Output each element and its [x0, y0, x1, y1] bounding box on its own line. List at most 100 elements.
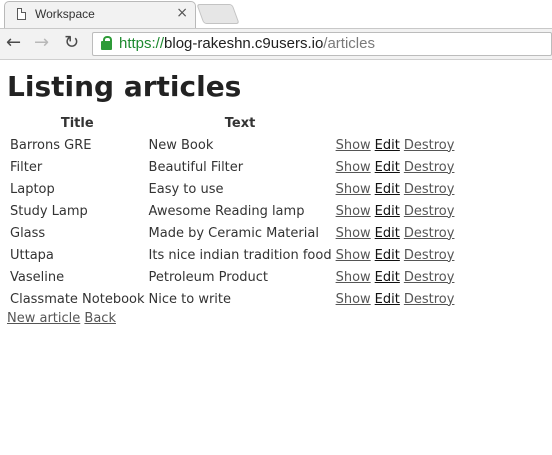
page-title: Listing articles [7, 70, 242, 103]
article-title-cell: Barrons GRE [10, 137, 92, 153]
tab-title: Workspace [35, 7, 95, 21]
edit-cell: Edit [374, 178, 401, 200]
show-link[interactable]: Show [336, 226, 371, 241]
show-link[interactable]: Show [336, 160, 371, 175]
forward-arrow-icon[interactable]: → [34, 33, 49, 53]
show-link[interactable]: Show [336, 292, 371, 307]
show-cell: Show [335, 244, 372, 266]
destroy-cell: Destroy [403, 288, 456, 310]
article-text-cell: Beautiful Filter [148, 159, 244, 175]
article-text-cell: Petroleum Product [148, 269, 269, 285]
destroy-link[interactable]: Destroy [404, 160, 455, 175]
edit-link[interactable]: Edit [375, 248, 400, 263]
show-cell: Show [335, 222, 372, 244]
lock-icon [101, 36, 112, 50]
reload-icon[interactable]: ↻ [64, 33, 79, 53]
article-text-cell: Nice to write [148, 291, 232, 307]
article-title-cell: Laptop [10, 181, 55, 197]
tab-strip: Workspace × [0, 0, 552, 29]
article-title-cell: Study Lamp [10, 203, 88, 219]
column-header-empty [335, 112, 372, 134]
destroy-link[interactable]: Destroy [404, 182, 455, 197]
article-title-cell: Glass [10, 225, 46, 241]
show-cell: Show [335, 134, 372, 156]
url-text[interactable]: https://blog-rakeshn.c9users.io/articles [119, 35, 375, 52]
edit-link[interactable]: Edit [375, 226, 400, 241]
table-row: Study Lamp Awesome Reading lamp Show Edit De… [9, 200, 455, 222]
article-title-cell: Uttapa [10, 247, 54, 263]
article-title-cell: Filter [10, 159, 43, 175]
article-title-cell: Vaseline [10, 269, 65, 285]
edit-cell: Edit [374, 134, 401, 156]
show-cell: Show [335, 178, 372, 200]
destroy-cell: Destroy [403, 134, 456, 156]
show-link[interactable]: Show [336, 138, 371, 153]
close-icon[interactable]: × [176, 5, 188, 21]
show-link[interactable]: Show [336, 182, 371, 197]
column-header-title: Title [60, 115, 94, 131]
destroy-cell: Destroy [403, 156, 456, 178]
destroy-cell: Destroy [403, 222, 456, 244]
edit-link[interactable]: Edit [375, 182, 400, 197]
table-row: Laptop Easy to use Show Edit Destroy [9, 178, 455, 200]
show-cell: Show [335, 266, 372, 288]
edit-link[interactable]: Edit [375, 270, 400, 285]
table-row: Barrons GRE New Book Show Edit Destroy [9, 134, 455, 156]
destroy-cell: Destroy [403, 266, 456, 288]
back-arrow-icon[interactable]: ← [6, 33, 21, 53]
table-row: Filter Beautiful Filter Show Edit Destroy [9, 156, 455, 178]
destroy-link[interactable]: Destroy [404, 226, 455, 241]
browser-tab[interactable]: Workspace × [4, 1, 196, 28]
destroy-link[interactable]: Destroy [404, 292, 455, 307]
table-row: Classmate Notebook Nice to write Show Edit D… [9, 288, 455, 310]
table-row: Glass Made by Ceramic Material Show Edit Des… [9, 222, 455, 244]
edit-cell: Edit [374, 266, 401, 288]
browser-toolbar: ← → ↻ https://blog-rakeshn.c9users.io/ar… [0, 29, 552, 60]
edit-cell: Edit [374, 156, 401, 178]
edit-cell: Edit [374, 222, 401, 244]
column-header-text: Text [224, 115, 256, 131]
show-cell: Show [335, 288, 372, 310]
edit-link[interactable]: Edit [375, 204, 400, 219]
show-link[interactable]: Show [336, 204, 371, 219]
edit-link[interactable]: Edit [375, 292, 400, 307]
destroy-link[interactable]: Destroy [404, 270, 455, 285]
page-icon [17, 8, 26, 20]
back-link[interactable]: Back [84, 311, 116, 326]
edit-cell: Edit [374, 288, 401, 310]
article-title-cell: Classmate Notebook [10, 291, 145, 307]
destroy-link[interactable]: Destroy [404, 138, 455, 153]
destroy-link[interactable]: Destroy [404, 204, 455, 219]
show-link[interactable]: Show [336, 270, 371, 285]
destroy-cell: Destroy [403, 244, 456, 266]
destroy-link[interactable]: Destroy [404, 248, 455, 263]
article-text-cell: New Book [148, 137, 214, 153]
address-bar[interactable]: https://blog-rakeshn.c9users.io/articles [92, 32, 552, 56]
new-article-link[interactable]: New article [7, 311, 80, 326]
article-text-cell: Awesome Reading lamp [148, 203, 305, 219]
show-link[interactable]: Show [336, 248, 371, 263]
edit-link[interactable]: Edit [375, 138, 400, 153]
table-row: Uttapa Its nice indian tradition food Show… [9, 244, 455, 266]
edit-cell: Edit [374, 200, 401, 222]
destroy-cell: Destroy [403, 178, 456, 200]
edit-cell: Edit [374, 244, 401, 266]
edit-link[interactable]: Edit [375, 160, 400, 175]
show-cell: Show [335, 156, 372, 178]
url-host: blog-rakeshn.c9users.io [164, 35, 324, 52]
destroy-cell: Destroy [403, 200, 456, 222]
column-header-empty [374, 112, 401, 134]
articles-table: Title Text Barrons GRE New Book Show Edit De… [7, 112, 457, 310]
table-header-row: Title Text [9, 112, 455, 134]
bottom-links: New article Back [7, 311, 457, 326]
table-row: Vaseline Petroleum Product Show Edit Destroy [9, 266, 455, 288]
page-content: Listing articles Title Text Barrons GRE N… [7, 70, 457, 326]
column-header-empty [403, 112, 456, 134]
article-text-cell: Made by Ceramic Material [148, 225, 319, 241]
new-tab-button[interactable] [196, 4, 240, 24]
article-text-cell: Its nice indian tradition food [148, 247, 332, 263]
show-cell: Show [335, 200, 372, 222]
url-scheme: https:// [119, 35, 165, 52]
url-path: /articles [323, 35, 375, 52]
article-text-cell: Easy to use [148, 181, 224, 197]
